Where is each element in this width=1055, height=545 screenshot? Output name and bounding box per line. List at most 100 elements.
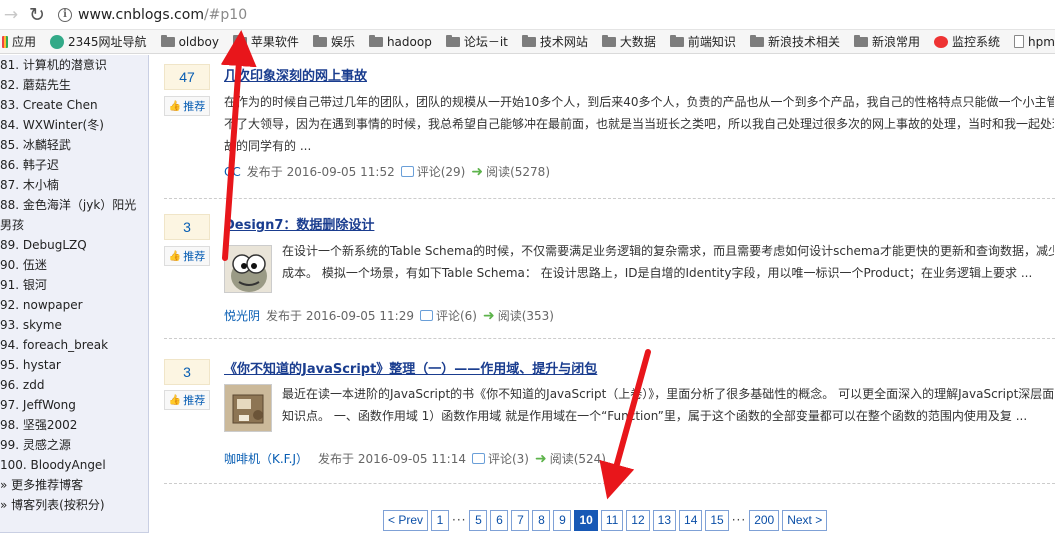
sidebar-item[interactable]: 93. skyme (0, 315, 148, 335)
sidebar-item[interactable]: 97. JeffWong (0, 395, 148, 415)
bookmark-entertainment[interactable]: 娱乐 (312, 33, 355, 50)
comment-icon (419, 310, 433, 321)
comments-link[interactable]: 评论(29) (417, 163, 466, 180)
post-item: 3 👍 推荐 Design7：数据删除设计 在设计一个新系统的Table Sche… (164, 213, 1055, 333)
sidebar-item[interactable]: 86. 韩子迟 (0, 155, 148, 175)
sidebar-item[interactable]: 94. foreach_break (0, 335, 148, 355)
bookmark-hadoop[interactable]: hadoop (368, 34, 432, 49)
recommend-button[interactable]: 👍 推荐 (164, 246, 210, 266)
post-item: 47 👍 推荐 几次印象深刻的网上事故 在作为的时候自己带过几年的团队，团队的规模… (164, 64, 1055, 194)
bookmark-apple-software[interactable]: 苹果软件 (232, 33, 299, 50)
bookmark-big-data[interactable]: 大数据 (601, 33, 656, 50)
page-button[interactable]: 11 (600, 509, 624, 531)
post-divider (164, 483, 1055, 484)
author-avatar[interactable] (224, 245, 272, 293)
sidebar-item[interactable]: 100. BloodyAngel (0, 455, 148, 475)
address-bar-row: → ↻ i www.cnblogs.com/#p10 (0, 0, 1055, 30)
sidebar-item[interactable]: 96. zdd (0, 375, 148, 395)
post-divider (164, 338, 1055, 339)
thumbs-up-icon: 👍 (168, 100, 182, 112)
bookmark-2345[interactable]: 2345网址导航 (50, 33, 147, 50)
post-author-link[interactable]: 悦光阴 (224, 307, 260, 324)
folder-icon (312, 34, 327, 47)
page-button[interactable]: 9 (553, 509, 572, 531)
forward-icon[interactable]: → (0, 4, 22, 26)
cartoon-face-icon (225, 246, 271, 292)
folder-icon (601, 34, 616, 47)
sidebar-item[interactable]: 92. nowpaper (0, 295, 148, 315)
bookmark-frontend[interactable]: 前端知识 (669, 33, 736, 50)
pager-ellipsis: ··· (452, 513, 467, 527)
page-button[interactable]: 15 (705, 509, 729, 531)
post-footer: 悦光阴 发布于 2016-09-05 11:29 评论(6) ➜ 阅读(353) (224, 307, 554, 324)
bookmark-hpm[interactable]: hpm (1013, 35, 1055, 49)
reload-icon[interactable]: ↻ (26, 4, 48, 26)
post-footer: CC 发布于 2016-09-05 11:52 评论(29) ➜ 阅读(5278… (224, 163, 550, 180)
blog-list-link[interactable]: » 博客列表(按积分) (0, 495, 148, 515)
post-date: 发布于 2016-09-05 11:29 (266, 309, 414, 323)
last-page-button[interactable]: 200 (749, 509, 780, 531)
sidebar-item[interactable]: 99. 灵感之源 (0, 435, 148, 455)
weibo-icon (933, 35, 948, 48)
comment-icon (400, 166, 414, 177)
prev-page-button[interactable]: < Prev (383, 509, 429, 531)
sidebar-item[interactable]: 82. 蘑菇先生 (0, 75, 148, 95)
reads-link[interactable]: 阅读(5278) (486, 163, 550, 180)
post-title-link[interactable]: 几次印象深刻的网上事故 (224, 65, 367, 84)
page-button[interactable]: 8 (532, 509, 551, 531)
page-button[interactable]: 7 (511, 509, 530, 531)
folder-icon (368, 34, 383, 47)
bookmarks-bar: 应用 2345网址导航 oldboy 苹果软件 娱乐 hadoop 论坛－it … (0, 30, 1055, 54)
reads-link[interactable]: 阅读(524) (550, 450, 606, 467)
post-footer: 咖啡机（K.F.J） 发布于 2016-09-05 11:14 评论(3) ➜ … (224, 450, 606, 467)
post-title-link[interactable]: Design7：数据删除设计 (224, 214, 374, 233)
post-title-link[interactable]: 《你不知道的JavaScript》整理（一）——作用域、提升与闭包 (224, 358, 597, 377)
post-author-link[interactable]: 咖啡机（K.F.J） (224, 450, 308, 467)
comments-link[interactable]: 评论(3) (488, 450, 529, 467)
sidebar-item[interactable]: 89. DebugLZQ (0, 235, 148, 255)
sidebar-item[interactable]: 95. hystar (0, 355, 148, 375)
bookmark-monitoring[interactable]: 监控系统 (933, 33, 1000, 50)
coffee-machine-icon (225, 385, 271, 431)
bookmark-sina-common[interactable]: 新浪常用 (853, 33, 920, 50)
comment-icon (471, 453, 485, 464)
post-date: 发布于 2016-09-05 11:52 (246, 165, 395, 179)
post-summary: 最近在读一本进阶的JavaScript的书《你不知道的JavaScript（上卷… (282, 387, 1054, 423)
bookmark-forum-it[interactable]: 论坛－it (445, 33, 508, 50)
recommended-blogs-sidebar: 81. 计算机的潜意识 82. 蘑菇先生 83. Create Chen 84.… (0, 55, 149, 533)
thumbs-up-icon: 👍 (168, 250, 182, 262)
sidebar-item[interactable]: 91. 银河 (0, 275, 148, 295)
page-button[interactable]: 6 (490, 509, 509, 531)
sidebar-item[interactable]: 87. 木小楠 (0, 175, 148, 195)
sidebar-item[interactable]: 84. WXWinter(冬) (0, 115, 148, 135)
recommend-button[interactable]: 👍 推荐 (164, 390, 210, 410)
bookmark-sina-tech[interactable]: 新浪技术相关 (749, 33, 840, 50)
author-avatar[interactable] (224, 384, 272, 432)
page-button[interactable]: 1 (431, 509, 450, 531)
bookmark-oldboy[interactable]: oldboy (160, 34, 219, 49)
sidebar-item[interactable]: 90. 伍迷 (0, 255, 148, 275)
sidebar-item[interactable]: 81. 计算机的潜意识 (0, 55, 148, 75)
folder-icon (232, 34, 247, 47)
more-recommended-link[interactable]: » 更多推荐博客 (0, 475, 148, 495)
post-author-link[interactable]: CC (224, 165, 241, 179)
apps-grid-icon (2, 35, 8, 48)
page-button[interactable]: 12 (626, 509, 650, 531)
sidebar-item[interactable]: 85. 冰麟轻武 (0, 135, 148, 155)
recommend-button[interactable]: 👍 推荐 (164, 96, 210, 116)
sidebar-item[interactable]: 98. 坚强2002 (0, 415, 148, 435)
comments-link[interactable]: 评论(6) (436, 307, 477, 324)
reads-link[interactable]: 阅读(353) (498, 307, 554, 324)
sidebar-item[interactable]: 83. Create Chen (0, 95, 148, 115)
current-page-button[interactable]: 10 (574, 509, 598, 531)
url-field[interactable]: i www.cnblogs.com/#p10 (58, 3, 247, 27)
next-page-button[interactable]: Next > (782, 509, 828, 531)
info-icon[interactable]: i (58, 7, 72, 22)
post-summary: 在设计一个新系统的Table Schema的时候，不仅需要满足业务逻辑的复杂需求… (282, 244, 1054, 280)
bookmark-tech-sites[interactable]: 技术网站 (521, 33, 588, 50)
sidebar-item[interactable]: 88. 金色海洋（jyk）阳光男孩 (0, 195, 140, 235)
page-button[interactable]: 5 (469, 509, 488, 531)
page-button[interactable]: 13 (652, 509, 677, 531)
bookmark-apps[interactable]: 应用 (2, 33, 36, 50)
page-button[interactable]: 14 (679, 509, 703, 531)
